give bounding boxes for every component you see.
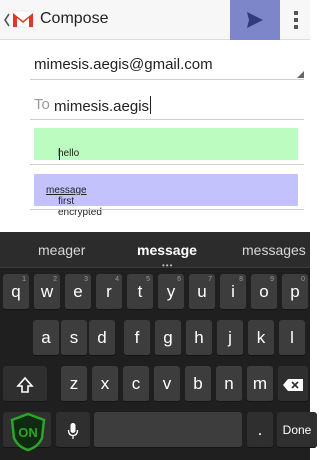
suggestion-right[interactable]: messages bbox=[242, 242, 306, 258]
key-z[interactable]: z bbox=[61, 366, 87, 402]
to-label: To bbox=[34, 96, 50, 113]
key-f[interactable]: f bbox=[124, 320, 150, 356]
to-field[interactable]: To mimesis.aegis bbox=[30, 90, 304, 120]
body-value: first encrypted message bbox=[46, 185, 102, 218]
gmail-logo-icon[interactable] bbox=[12, 10, 34, 28]
subject-field[interactable]: hello bbox=[34, 128, 298, 160]
text-cursor bbox=[150, 96, 152, 114]
key-a[interactable]: a bbox=[33, 320, 59, 356]
microphone-icon bbox=[67, 422, 79, 439]
body-divider bbox=[30, 209, 304, 210]
key-e[interactable]: e3 bbox=[65, 274, 91, 310]
from-account-value: mimesis.aegis@gmail.com bbox=[34, 56, 213, 73]
suggestion-left[interactable]: meager bbox=[38, 242, 85, 258]
key-l[interactable]: l bbox=[279, 320, 305, 356]
send-button[interactable] bbox=[230, 0, 280, 40]
from-account-spinner[interactable]: mimesis.aegis@gmail.com bbox=[30, 46, 304, 80]
shift-icon bbox=[16, 376, 34, 393]
microphone-key[interactable] bbox=[56, 412, 90, 448]
to-value-text: mimesis.aegis bbox=[54, 98, 150, 115]
key-n[interactable]: n bbox=[216, 366, 242, 402]
subject-cursor bbox=[59, 148, 60, 160]
backspace-key[interactable] bbox=[278, 366, 308, 402]
key-o[interactable]: o9 bbox=[251, 274, 277, 310]
shield-on-icon[interactable]: ON bbox=[8, 412, 48, 452]
more-suggestions-icon: ••• bbox=[162, 261, 174, 270]
key-m[interactable]: m bbox=[247, 366, 273, 402]
body-prefix: first encrypted bbox=[58, 196, 102, 218]
key-x[interactable]: x bbox=[92, 366, 118, 402]
key-k[interactable]: k bbox=[248, 320, 274, 356]
shift-key[interactable] bbox=[3, 366, 47, 402]
shield-on-text: ON bbox=[18, 425, 38, 440]
key-i[interactable]: i8 bbox=[220, 274, 246, 310]
key-u[interactable]: u7 bbox=[189, 274, 215, 310]
key-v[interactable]: v bbox=[154, 366, 180, 402]
space-key[interactable] bbox=[94, 412, 242, 448]
key-s[interactable]: s bbox=[61, 320, 87, 356]
chevron-left-icon[interactable] bbox=[3, 12, 11, 28]
body-underlined-word: message bbox=[46, 185, 87, 196]
backspace-icon bbox=[283, 378, 303, 391]
subject-divider bbox=[30, 164, 304, 165]
suggestion-strip: meager message ••• messages bbox=[0, 232, 310, 270]
key-t[interactable]: t5 bbox=[127, 274, 153, 310]
done-key[interactable]: Done bbox=[277, 412, 317, 448]
period-key[interactable]: . bbox=[247, 412, 273, 448]
key-c[interactable]: c bbox=[123, 366, 149, 402]
action-bar: Compose bbox=[0, 0, 310, 40]
compose-title: Compose bbox=[40, 10, 109, 27]
key-h[interactable]: h bbox=[186, 320, 212, 356]
subject-value-text: hello bbox=[58, 148, 80, 159]
overflow-menu-icon[interactable] bbox=[288, 8, 304, 32]
key-b[interactable]: b bbox=[185, 366, 211, 402]
key-q[interactable]: q1 bbox=[3, 274, 29, 310]
send-icon bbox=[247, 12, 263, 28]
key-y[interactable]: y6 bbox=[158, 274, 184, 310]
suggestion-center[interactable]: message bbox=[137, 242, 197, 258]
dropdown-corner-icon bbox=[297, 71, 304, 78]
to-value: mimesis.aegis bbox=[54, 96, 152, 115]
key-g[interactable]: g bbox=[155, 320, 181, 356]
key-j[interactable]: j bbox=[217, 320, 243, 356]
key-w[interactable]: w2 bbox=[34, 274, 60, 310]
key-d[interactable]: d bbox=[89, 320, 115, 356]
key-r[interactable]: r4 bbox=[96, 274, 122, 310]
key-p[interactable]: p0 bbox=[282, 274, 308, 310]
body-field[interactable]: first encrypted message bbox=[34, 174, 298, 218]
